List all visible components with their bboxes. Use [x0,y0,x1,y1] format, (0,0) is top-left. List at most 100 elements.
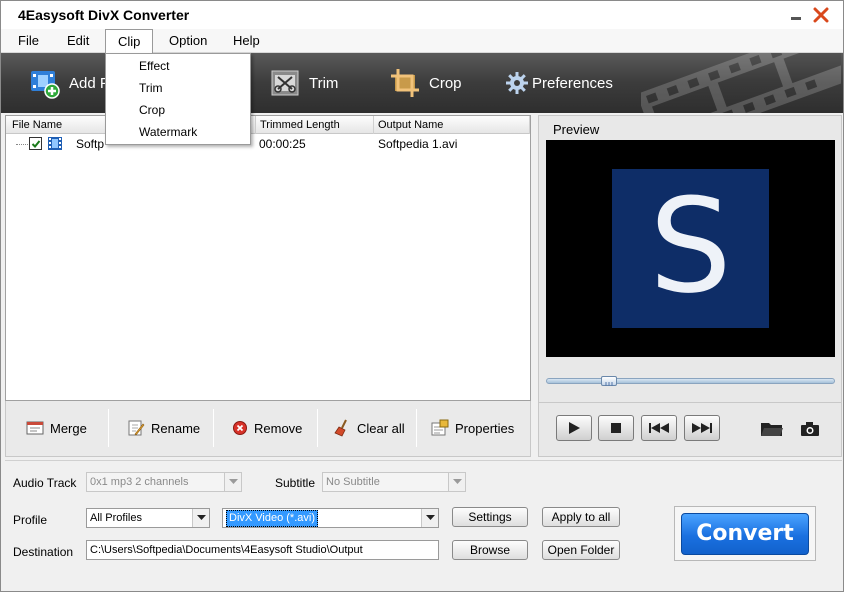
rename-label: Rename [151,420,201,436]
rename-pencil-icon [128,420,145,436]
convert-button[interactable]: Convert [681,513,809,555]
snapshot-button[interactable] [797,417,823,441]
table-row[interactable]: Softp 00:00:25 Softpedia 1.avi [6,135,530,153]
menu-help[interactable]: Help [225,29,268,53]
trim-label: Trim [309,74,339,92]
properties-icon [431,419,449,436]
stop-icon [611,423,621,433]
minimize-icon [791,17,801,20]
close-icon [813,7,829,23]
camera-icon [801,422,819,436]
separator [317,409,318,447]
browse-button[interactable]: Browse [452,540,528,560]
preview-logo: S [612,169,769,328]
crop-button[interactable]: Crop [389,53,462,113]
preview-screen: S [546,140,835,357]
title-bar[interactable]: 4Easysoft DivX Converter [1,1,843,29]
stop-button[interactable] [598,415,634,441]
clear-all-label: Clear all [357,420,405,436]
open-folder-snapshot-button[interactable] [759,417,785,441]
menu-file[interactable]: File [10,29,47,53]
file-list[interactable]: File Name Trimmed Length Output Name Sof… [5,115,531,401]
folder-icon [761,423,783,436]
menu-option[interactable]: Option [161,29,215,53]
chevron-down-icon [192,509,209,527]
profile-select[interactable]: DivX Video (*.avi) [222,508,439,528]
filmstrip-decoration-icon [641,53,841,113]
subtitle-label: Subtitle [275,476,316,490]
audio-track-label: Audio Track [13,476,77,490]
file-action-bar: Merge Rename Remove Clear all Properties [5,401,531,457]
playback-controls [539,402,841,456]
preferences-button[interactable]: Preferences [505,53,613,113]
audio-track-select[interactable]: 0x1 mp3 2 channels [86,472,242,492]
skip-forward-icon [692,423,712,433]
add-video-icon [31,71,60,99]
clear-all-button[interactable]: Clear all [333,411,405,445]
preferences-label: Preferences [532,74,613,92]
column-output-name[interactable]: Output Name [374,116,530,134]
properties-label: Properties [455,420,515,436]
menu-edit[interactable]: Edit [59,29,97,53]
column-trimmed-length[interactable]: Trimmed Length [256,116,374,134]
next-button[interactable] [684,415,720,441]
window-title: 4Easysoft DivX Converter [18,7,190,23]
output-settings: Audio Track 0x1 mp3 2 channels Subtitle … [5,460,842,590]
separator [416,409,417,447]
profile-value: DivX Video (*.avi) [226,510,318,527]
subtitle-select[interactable]: No Subtitle [322,472,466,492]
trim-icon [271,70,299,96]
play-icon [569,422,580,434]
trim-button[interactable]: Trim [269,53,338,113]
remove-icon [233,421,247,435]
close-button[interactable] [810,5,832,25]
settings-button[interactable]: Settings [452,507,528,527]
remove-button[interactable]: Remove [232,411,302,445]
file-list-header: File Name Trimmed Length Output Name [6,116,530,134]
clip-dropdown-menu: Effect Trim Crop Watermark [105,53,251,145]
destination-label: Destination [13,545,74,559]
profile-category-select[interactable]: All Profiles [86,508,210,528]
tree-connector [16,144,28,145]
preview-label: Preview [553,122,600,137]
clip-menu-effect[interactable]: Effect [106,55,250,77]
destination-input[interactable]: C:\Users\Softpedia\Documents\4Easysoft S… [86,540,439,560]
play-button[interactable] [556,415,592,441]
crop-icon [391,69,419,97]
remove-label: Remove [254,420,303,436]
menu-bar: File Edit Clip Option Help [1,29,843,54]
profile-category-value: All Profiles [90,512,142,524]
grip-icon [605,382,613,386]
audio-track-value: 0x1 mp3 2 channels [90,476,189,488]
chevron-down-icon [448,473,465,491]
checkmark-icon [31,139,40,148]
row-output-name: Softpedia 1.avi [378,137,458,151]
merge-label: Merge [50,420,87,436]
clip-menu-crop[interactable]: Crop [106,99,250,121]
crop-label: Crop [429,74,462,92]
rename-button[interactable]: Rename [127,411,200,445]
menu-clip[interactable]: Clip [105,29,154,54]
subtitle-value: No Subtitle [326,476,380,488]
broom-icon [334,419,347,437]
seek-thumb[interactable] [601,376,617,386]
chevron-down-icon [224,473,241,491]
clip-menu-watermark[interactable]: Watermark [106,121,250,143]
app-window: 4Easysoft DivX Converter File Edit Clip … [0,0,844,592]
profile-label: Profile [13,513,48,527]
row-checkbox[interactable] [29,137,42,150]
clip-menu-trim[interactable]: Trim [106,77,250,99]
add-file-button[interactable]: Add F [29,53,109,113]
separator [108,409,109,447]
minimize-button[interactable] [785,5,807,25]
previous-button[interactable] [641,415,677,441]
seek-bar[interactable] [546,376,835,386]
preview-logo-letter: S [649,169,732,322]
properties-button[interactable]: Properties [431,411,514,445]
skip-back-icon [649,423,669,433]
apply-to-all-button[interactable]: Apply to all [542,507,620,527]
row-trimmed-length: 00:00:25 [259,137,306,151]
open-folder-button[interactable]: Open Folder [542,540,620,560]
separator [213,409,214,447]
merge-button[interactable]: Merge [26,411,87,445]
